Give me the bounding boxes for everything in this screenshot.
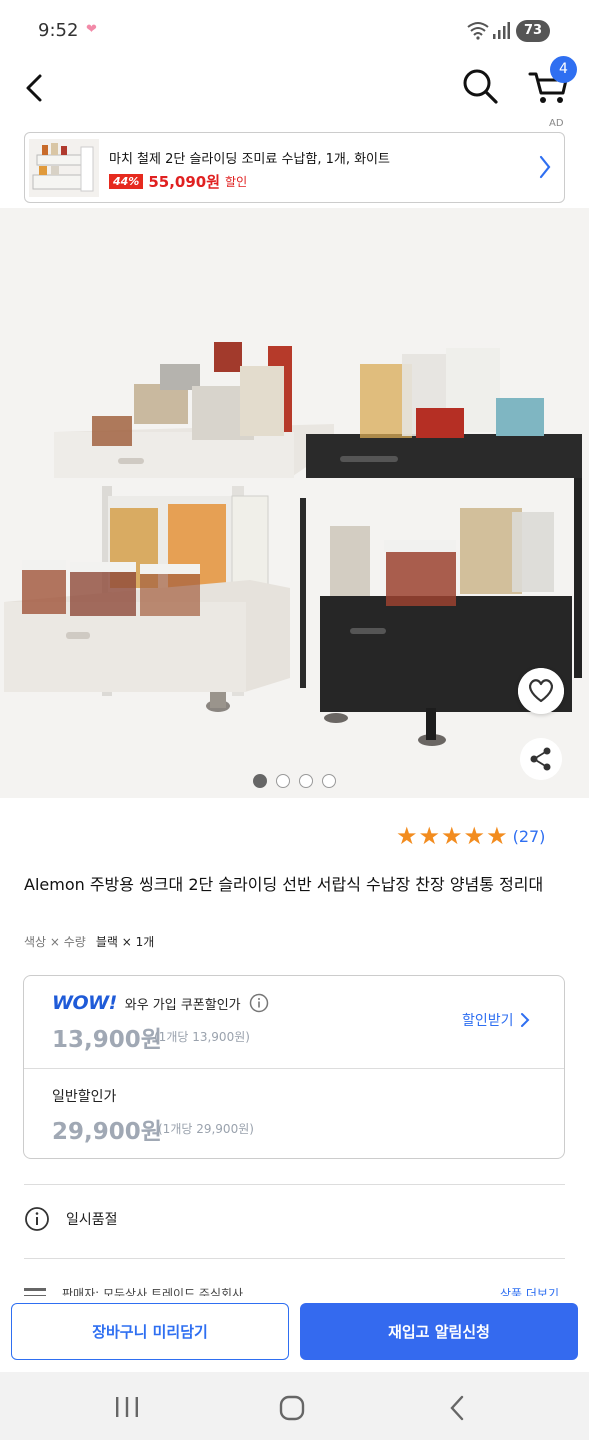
chevron-right-icon (520, 1013, 529, 1027)
ad-label: AD (549, 118, 564, 129)
top-app-bar: 4 (0, 56, 589, 114)
wow-logo: WOW! (52, 992, 117, 1014)
product-title: Alemon 주방용 씽크대 2단 슬라이딩 선반 서랍식 수납장 찬장 양념통… (24, 875, 544, 894)
wow-price-header: WOW! 와우 가입 쿠폰할인가 (52, 992, 269, 1014)
star-icon: ★ (486, 822, 508, 850)
carousel-dot[interactable] (276, 774, 290, 788)
ad-product-thumbnail (29, 139, 99, 197)
carousel-indicator (253, 774, 336, 788)
rating-summary[interactable]: ★ ★ ★ ★ ★ (27) (396, 823, 545, 849)
heart-wishlist-icon[interactable] (518, 668, 564, 714)
status-bar: 9:52 ❤ 73 (0, 0, 589, 62)
get-discount-button[interactable]: 할인받기 (462, 1010, 530, 1030)
ad-title: 마치 철제 2단 슬라이딩 조미료 수납함, 1개, 화이트 (109, 152, 390, 167)
ad-price-row: 44% 55,090원 할인 (109, 171, 247, 192)
wifi-icon (467, 22, 489, 40)
info-icon (25, 1207, 49, 1231)
home-icon[interactable] (279, 1395, 305, 1421)
recent-apps-icon[interactable] (114, 1396, 140, 1418)
restock-alert-button[interactable]: 재입고 알림신청 (300, 1303, 578, 1360)
cart-preview-button[interactable]: 장바구니 미리담기 (11, 1303, 289, 1360)
battery-icon: 73 (516, 20, 550, 42)
stock-status-text: 일시품절 (66, 1212, 118, 1228)
carousel-dot[interactable] (253, 774, 267, 788)
option-label: 색상 × 수량 (24, 935, 86, 949)
share-icon[interactable] (520, 738, 562, 780)
info-icon[interactable] (249, 993, 269, 1013)
star-icon: ★ (441, 822, 463, 850)
search-icon[interactable] (460, 66, 500, 106)
price-divider (24, 1068, 564, 1069)
divider (24, 1184, 565, 1185)
price-box: WOW! 와우 가입 쿠폰할인가 13,900원 (1개당 13,900원) 할… (23, 975, 565, 1159)
divider (24, 1258, 565, 1259)
star-icon: ★ (418, 822, 441, 850)
get-discount-label: 할인받기 (462, 1013, 514, 1029)
system-back-icon[interactable] (448, 1394, 466, 1422)
ad-sale-label: 할인 (225, 175, 248, 189)
cart-count-badge: 4 (550, 56, 577, 83)
wow-unit-price: (1개당 13,900원) (154, 1030, 250, 1044)
ad-discount-badge: 44% (109, 174, 144, 189)
product-image-carousel[interactable] (0, 208, 589, 798)
carousel-dot[interactable] (322, 774, 336, 788)
back-arrow-icon[interactable] (20, 68, 50, 108)
normal-unit-price: (1개당 29,900원) (158, 1122, 254, 1136)
heart-notification-icon: ❤ (86, 22, 97, 37)
status-time: 9:52 (38, 20, 79, 41)
stock-status-row: 일시품절 (24, 1206, 118, 1232)
wow-coupon-label: 와우 가입 쿠폰할인가 (124, 997, 241, 1013)
carousel-dot[interactable] (299, 774, 313, 788)
normal-price-label: 일반할인가 (52, 1089, 117, 1105)
ad-price: 55,090원 (148, 173, 221, 191)
star-icon: ★ (396, 822, 418, 850)
product-photo (0, 208, 589, 798)
chevron-right-icon (539, 155, 551, 179)
selected-option[interactable]: 색상 × 수량 블랙 × 1개 (24, 933, 154, 950)
star-rating-icons: ★ ★ ★ ★ ★ (396, 823, 509, 849)
signal-icon (493, 22, 510, 39)
wow-price: 13,900원 (52, 1027, 162, 1053)
star-icon: ★ (463, 822, 486, 850)
system-navigation-bar (0, 1372, 589, 1440)
option-value: 블랙 × 1개 (95, 935, 155, 949)
normal-price: 29,900원 (52, 1119, 162, 1145)
ad-banner[interactable]: 마치 철제 2단 슬라이딩 조미료 수납함, 1개, 화이트 44% 55,09… (24, 132, 565, 203)
bottom-action-bar: 장바구니 미리담기 재입고 알림신청 (0, 1296, 589, 1372)
product-detail-page: 9:52 ❤ 73 4 AD 마치 철제 2단 슬라이딩 조미료 수납함, 1개… (0, 0, 589, 1440)
review-count: (27) (512, 826, 546, 846)
